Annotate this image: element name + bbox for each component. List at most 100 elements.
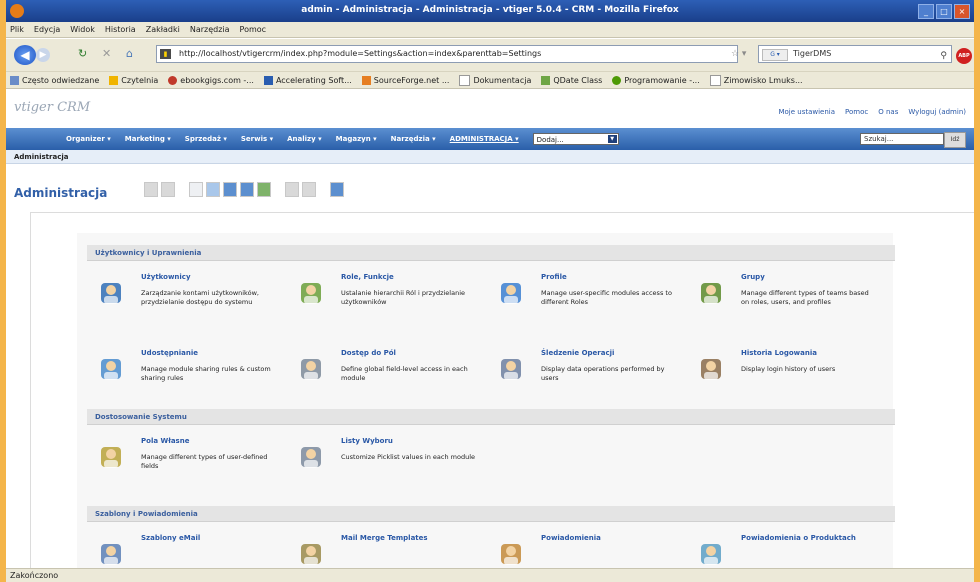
chat-icon[interactable]: [240, 182, 254, 197]
web-search-input[interactable]: G ▾ TigerDMS ⚲: [758, 45, 952, 63]
clock-icon[interactable]: [206, 182, 220, 197]
stop-load-icon[interactable]: ✕: [102, 47, 111, 60]
minimize-icon[interactable]: _: [918, 4, 934, 19]
settings-item-label[interactable]: Śledzenie Operacji: [541, 349, 614, 357]
create-icon[interactable]: [144, 182, 158, 197]
page-title[interactable]: Administracja: [14, 186, 107, 200]
settings-item-label[interactable]: Pola Własne: [141, 437, 189, 445]
settings-item[interactable]: Profile Manage user-specific modules acce…: [489, 273, 679, 333]
tab-settings[interactable]: ADMINISTRACJA ▾: [450, 135, 519, 143]
help-link[interactable]: Pomoc: [845, 108, 868, 116]
url-bar[interactable]: ▮ http://localhost/vtigercrm/index.php?m…: [156, 45, 738, 63]
settings-item[interactable]: Powiadomienia o Produktach: [689, 534, 879, 568]
audit-trail-icon[interactable]: [499, 355, 525, 383]
settings-item-label[interactable]: Powiadomienia: [541, 534, 601, 542]
tab-analytics[interactable]: Analizy ▾: [287, 135, 322, 143]
settings-item[interactable]: Powiadomienia: [489, 534, 679, 568]
import-icon[interactable]: [285, 182, 299, 197]
bookmark-item[interactable]: Dokumentacja: [459, 74, 531, 86]
roles-icon[interactable]: [299, 279, 325, 307]
my-preferences-link[interactable]: Moje ustawienia: [778, 108, 835, 116]
users-icon[interactable]: [99, 279, 125, 307]
bookmark-item[interactable]: Programowanie -...: [612, 75, 700, 85]
settings-item-label[interactable]: Udostępnianie: [141, 349, 198, 357]
settings-item[interactable]: Dostęp do Pól Define global field-level a…: [289, 349, 479, 409]
settings-item[interactable]: Śledzenie Operacji Display data operation…: [489, 349, 679, 409]
tab-sales[interactable]: Sprzedaż ▾: [185, 135, 227, 143]
tab-marketing[interactable]: Marketing ▾: [125, 135, 171, 143]
field-access-icon[interactable]: [299, 355, 325, 383]
bookmark-star-icon[interactable]: ☆ ▾: [731, 49, 746, 59]
menu-bookmarks[interactable]: Zakładki: [146, 25, 180, 34]
bookmark-item[interactable]: Zimowisko Lmuks...: [709, 74, 803, 86]
settings-icon[interactable]: [330, 182, 344, 197]
search-engine-icon[interactable]: G ▾: [762, 49, 788, 61]
logout-link[interactable]: Wyloguj (admin): [908, 108, 966, 116]
maximize-icon[interactable]: □: [936, 4, 952, 19]
product-notifications-icon[interactable]: [699, 540, 725, 568]
tab-support[interactable]: Serwis ▾: [241, 135, 273, 143]
bookmark-item[interactable]: ebookgigs.com -...: [168, 75, 254, 85]
menu-view[interactable]: Widok: [70, 25, 95, 34]
settings-item-label[interactable]: Użytkownicy: [141, 273, 191, 281]
settings-item-label[interactable]: Powiadomienia o Produktach: [741, 534, 856, 542]
settings-item[interactable]: Listy Wyboru Customize Picklist values in…: [289, 437, 479, 497]
settings-item[interactable]: Role, Funkcje Ustalanie hierarchii Ról i …: [289, 273, 479, 333]
settings-item[interactable]: Szablony eMail: [89, 534, 279, 568]
quick-add-select[interactable]: Dodaj... ▼: [532, 133, 619, 145]
last-viewed-icon[interactable]: [257, 182, 271, 197]
profiles-icon[interactable]: [499, 279, 525, 307]
export-icon[interactable]: [302, 182, 316, 197]
settings-item-label[interactable]: Profile: [541, 273, 567, 281]
settings-item-label[interactable]: Role, Funkcje: [341, 273, 394, 281]
settings-item[interactable]: Pola Własne Manage different types of use…: [89, 437, 279, 497]
breadcrumb[interactable]: Administracja: [6, 150, 974, 164]
custom-fields-icon[interactable]: [99, 443, 125, 471]
menu-help[interactable]: Pomoc: [240, 25, 267, 34]
bookmark-item[interactable]: SourceForge.net ...: [361, 75, 449, 85]
settings-item[interactable]: Historia Logowania Display login history …: [689, 349, 879, 409]
tab-inventory[interactable]: Magazyn ▾: [336, 135, 377, 143]
calendar-icon[interactable]: [189, 182, 203, 197]
sharing-icon[interactable]: [99, 355, 125, 383]
settings-item-label[interactable]: Historia Logowania: [741, 349, 817, 357]
settings-item[interactable]: Mail Merge Templates: [289, 534, 479, 568]
picklist-icon[interactable]: [299, 443, 325, 471]
settings-item-label[interactable]: Listy Wyboru: [341, 437, 393, 445]
menu-file[interactable]: Plik: [10, 25, 24, 34]
settings-item[interactable]: Grupy Manage different types of teams bas…: [689, 273, 879, 333]
close-icon[interactable]: ×: [954, 4, 970, 19]
tab-tools[interactable]: Narzędzia ▾: [391, 135, 436, 143]
crm-search-input[interactable]: Szukaj...: [860, 133, 944, 145]
login-history-icon[interactable]: [699, 355, 725, 383]
settings-item[interactable]: Użytkownicy Zarządzanie kontami użytkowni…: [89, 273, 279, 333]
settings-item-label[interactable]: Mail Merge Templates: [341, 534, 428, 542]
adblock-icon[interactable]: ABP: [956, 48, 972, 64]
settings-item-label[interactable]: Dostęp do Pól: [341, 349, 396, 357]
menu-tools[interactable]: Narzędzia: [190, 25, 230, 34]
settings-item-label[interactable]: Grupy: [741, 273, 765, 281]
groups-icon[interactable]: [699, 279, 725, 307]
bookmark-item[interactable]: Accelerating Soft...: [263, 75, 352, 85]
tab-organizer[interactable]: Organizer ▾: [66, 135, 111, 143]
bookmark-item[interactable]: QDate Class: [541, 75, 602, 85]
menu-edit[interactable]: Edycja: [34, 25, 60, 34]
about-link[interactable]: O nas: [878, 108, 898, 116]
settings-item-label[interactable]: Szablony eMail: [141, 534, 200, 542]
back-icon[interactable]: ◀: [14, 45, 36, 65]
menu-history[interactable]: Historia: [105, 25, 136, 34]
home-icon[interactable]: ⌂: [126, 47, 133, 60]
bookmark-icon: [109, 75, 119, 85]
calculator-icon[interactable]: [223, 182, 237, 197]
search-icon[interactable]: [161, 182, 175, 197]
mail-merge-icon[interactable]: [299, 540, 325, 568]
reload-icon[interactable]: ↻: [78, 47, 87, 60]
bookmark-item[interactable]: Czytelnia: [109, 75, 158, 85]
settings-item[interactable]: Udostępnianie Manage module sharing rules…: [89, 349, 279, 409]
forward-icon[interactable]: ▶: [36, 48, 50, 62]
bookmark-item[interactable]: Często odwiedzane: [10, 75, 99, 85]
search-icon[interactable]: ⚲: [940, 48, 947, 64]
crm-search-button[interactable]: Idź: [944, 132, 966, 148]
notifications-icon[interactable]: [499, 540, 525, 568]
email-templates-icon[interactable]: [99, 540, 125, 568]
